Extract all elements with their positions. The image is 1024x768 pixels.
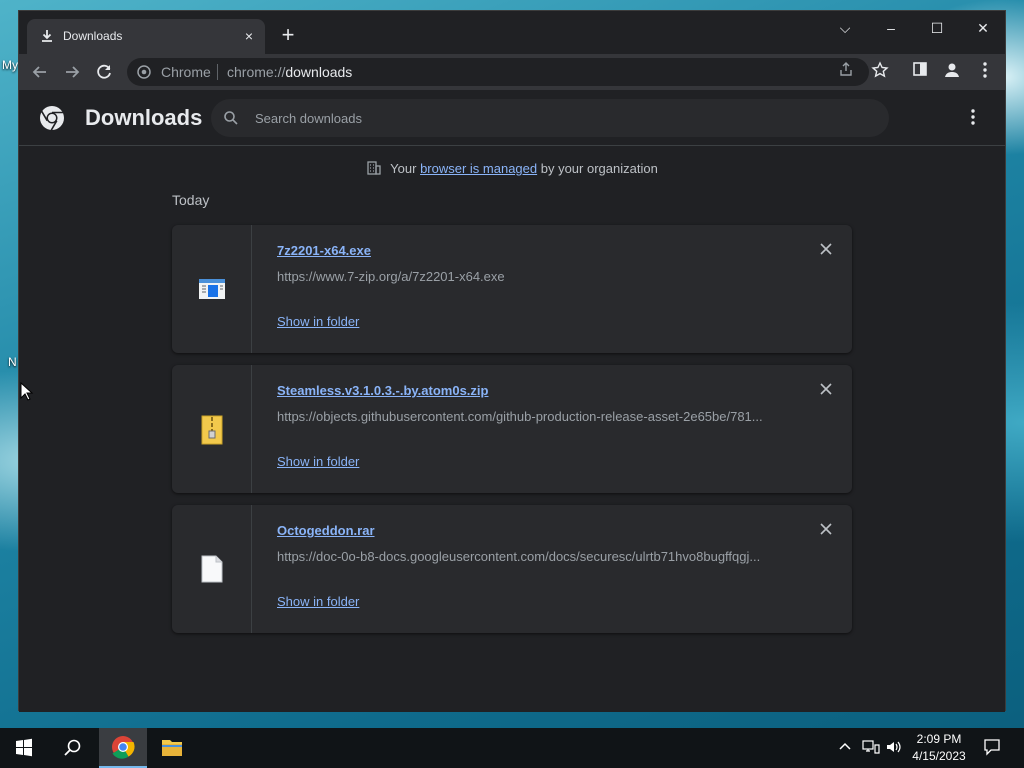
exe-installer-icon xyxy=(199,279,225,299)
omnibox-separator xyxy=(217,64,218,80)
managed-suffix: by your organization xyxy=(537,161,658,176)
chrome-logo-icon xyxy=(40,106,64,131)
start-button[interactable] xyxy=(0,728,48,768)
network-icon[interactable] xyxy=(862,739,880,758)
forward-arrow-icon[interactable] xyxy=(61,61,83,83)
date-section-header: Today xyxy=(172,192,210,208)
tab-title: Downloads xyxy=(63,29,123,43)
search-taskbar-button[interactable] xyxy=(48,728,96,768)
title-bar: Downloads × + ⌵ – ☐ ✕ xyxy=(19,11,1005,54)
profile-icon[interactable] xyxy=(941,61,963,83)
windows-logo-icon xyxy=(16,738,32,757)
download-icon xyxy=(42,30,52,42)
download-source-url[interactable]: https://objects.githubusercontent.com/gi… xyxy=(277,409,777,424)
system-clock[interactable]: 2:09 PM 4/15/2023 xyxy=(906,731,972,765)
download-filename-link[interactable]: Octogeddon.rar xyxy=(277,523,375,538)
show-in-folder-link[interactable]: Show in folder xyxy=(277,594,359,609)
search-input[interactable] xyxy=(255,108,855,128)
search-bar[interactable] xyxy=(211,99,889,137)
chrome-window: Downloads × + ⌵ – ☐ ✕ Chrome chrome://do… xyxy=(18,10,1006,712)
back-arrow-icon[interactable] xyxy=(29,61,51,83)
search-icon xyxy=(64,739,81,756)
url-text[interactable]: chrome://downloads xyxy=(227,64,352,80)
folder-icon xyxy=(162,740,182,756)
bookmark-star-icon[interactable] xyxy=(869,61,891,83)
minimize-button[interactable]: – xyxy=(868,15,914,41)
downloads-menu-icon[interactable] xyxy=(963,108,983,128)
search-icon xyxy=(224,111,238,125)
managed-notice: Your browser is managed by your organiza… xyxy=(19,160,1005,176)
show-hidden-icons-icon[interactable] xyxy=(838,739,852,756)
notification-center-icon[interactable] xyxy=(983,738,1001,759)
zip-archive-icon xyxy=(201,415,223,445)
url-path: downloads xyxy=(285,64,353,80)
new-tab-button[interactable]: + xyxy=(277,24,299,46)
file-icon-column xyxy=(172,225,252,353)
tab-close-icon[interactable]: × xyxy=(241,28,257,44)
browser-toolbar: Chrome chrome://downloads xyxy=(19,54,1005,90)
reload-icon[interactable] xyxy=(93,61,115,83)
taskbar: 2:09 PM 4/15/2023 xyxy=(0,728,1024,768)
close-window-button[interactable]: ✕ xyxy=(960,15,1006,41)
remove-download-close-icon[interactable] xyxy=(818,523,834,539)
download-source-url[interactable]: https://doc-0o-b8-docs.googleusercontent… xyxy=(277,549,777,564)
site-chip: Chrome xyxy=(161,64,211,80)
tab-search-button[interactable]: ⌵ xyxy=(822,15,868,41)
address-bar[interactable]: Chrome chrome://downloads xyxy=(127,58,869,86)
blank-file-icon xyxy=(201,555,223,583)
download-item: 7z2201-x64.exe https://www.7-zip.org/a/7… xyxy=(172,225,852,353)
clock-time: 2:09 PM xyxy=(916,732,962,746)
remove-download-close-icon[interactable] xyxy=(818,383,834,399)
maximize-button[interactable]: ☐ xyxy=(914,15,960,41)
download-source-url[interactable]: https://www.7-zip.org/a/7z2201-x64.exe xyxy=(277,269,777,284)
more-vert-icon[interactable] xyxy=(974,61,996,83)
building-icon xyxy=(367,161,381,175)
download-item: Steamless.v3.1.0.3.-.by.atom0s.zip https… xyxy=(172,365,852,493)
chrome-taskbar-button[interactable] xyxy=(99,728,147,768)
remove-download-close-icon[interactable] xyxy=(818,243,834,259)
downloads-header: Downloads xyxy=(19,90,1005,146)
downloads-page: Downloads Your browser is managed by you… xyxy=(19,90,1005,712)
clock-date: 4/15/2023 xyxy=(912,749,966,763)
file-explorer-taskbar-button[interactable] xyxy=(148,728,196,768)
file-icon-column xyxy=(172,505,252,633)
browser-managed-link[interactable]: browser is managed xyxy=(420,161,537,176)
download-item: Octogeddon.rar https://doc-0o-b8-docs.go… xyxy=(172,505,852,633)
desktop-icon-label[interactable]: N xyxy=(8,355,17,369)
chrome-site-icon xyxy=(137,65,151,79)
download-filename-link[interactable]: 7z2201-x64.exe xyxy=(277,243,371,258)
mouse-cursor-icon xyxy=(20,382,34,401)
managed-prefix: Your xyxy=(390,161,421,176)
show-in-folder-link[interactable]: Show in folder xyxy=(277,454,359,469)
desktop-icon-label[interactable]: My xyxy=(2,58,18,72)
file-icon-column xyxy=(172,365,252,493)
share-icon[interactable] xyxy=(835,61,857,83)
url-prefix: chrome:// xyxy=(227,64,286,80)
side-panel-icon[interactable] xyxy=(909,61,931,83)
download-filename-link[interactable]: Steamless.v3.1.0.3.-.by.atom0s.zip xyxy=(277,383,488,398)
volume-icon[interactable] xyxy=(885,739,903,758)
chrome-icon xyxy=(112,736,135,759)
show-in-folder-link[interactable]: Show in folder xyxy=(277,314,359,329)
tab-downloads[interactable]: Downloads × xyxy=(27,19,265,54)
page-title: Downloads xyxy=(85,105,203,130)
